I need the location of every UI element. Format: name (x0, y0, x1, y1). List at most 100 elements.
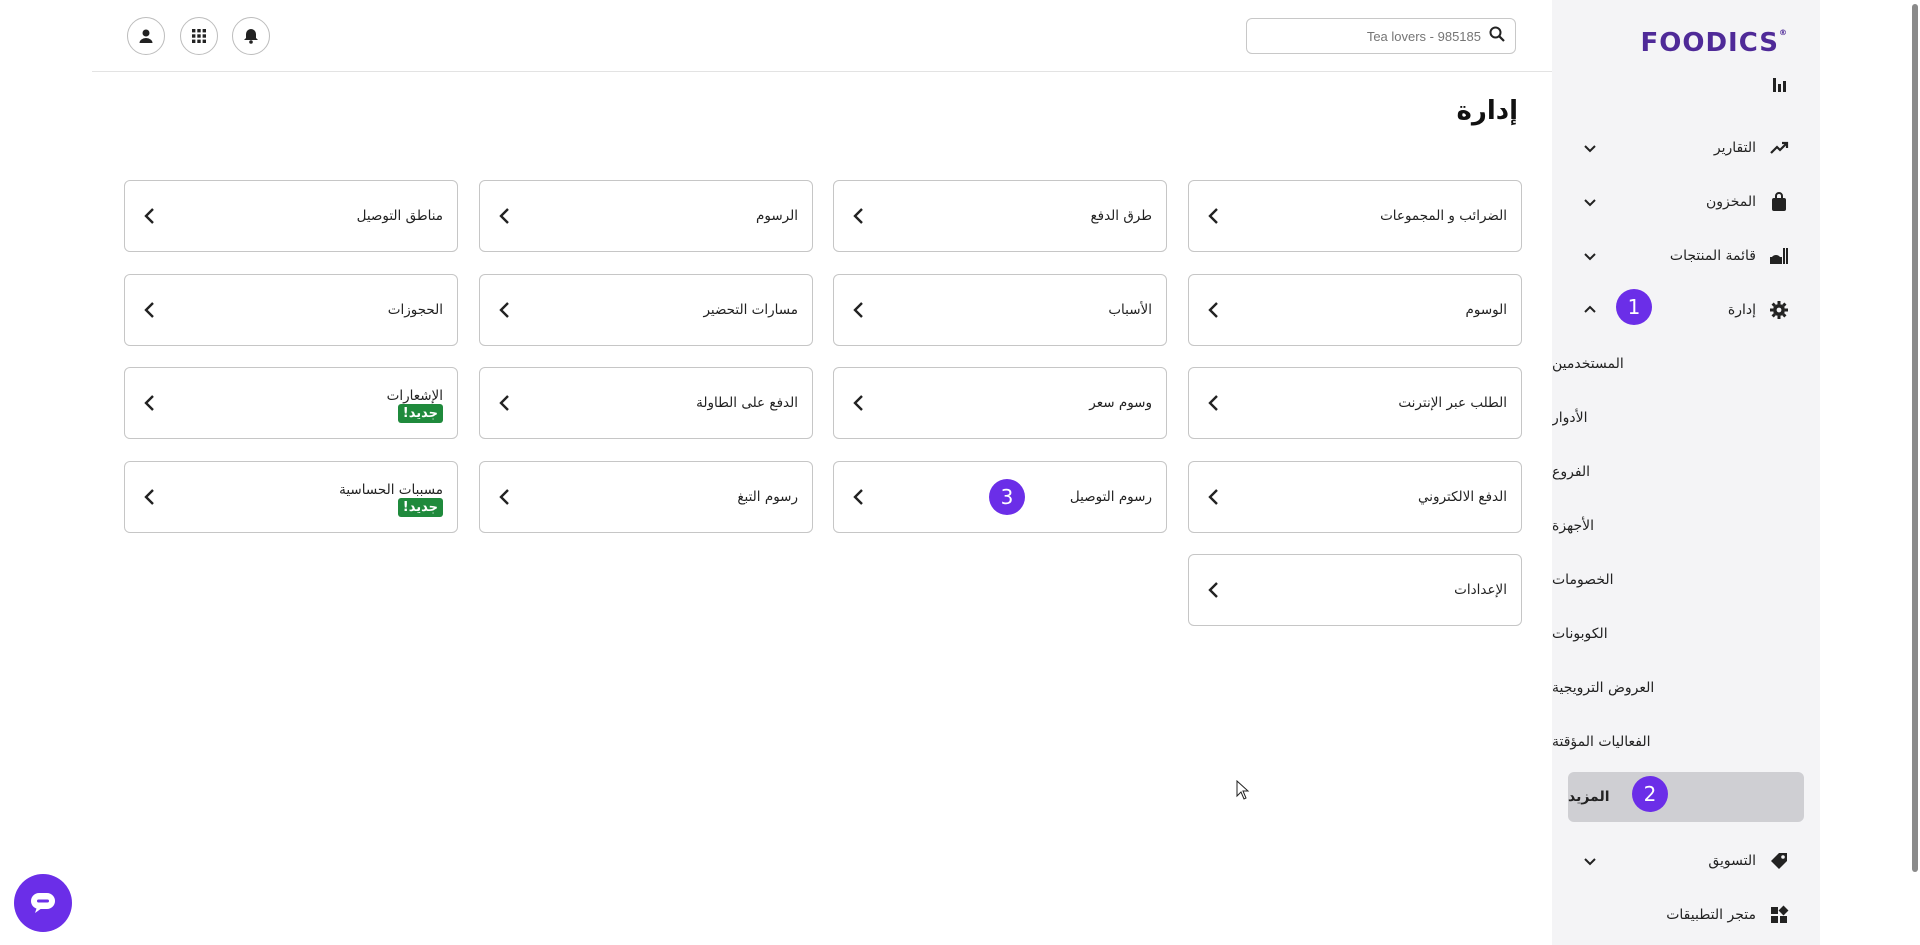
user-icon (139, 29, 153, 43)
step-badge-2: 2 (1632, 776, 1668, 812)
apps-button[interactable] (180, 17, 218, 55)
app-root: FOODICS® التقارير المخزون قائمة المنتجات… (0, 0, 1920, 945)
chevron-left-icon (1208, 582, 1218, 598)
chevron-down-icon (1584, 199, 1596, 207)
sidebar-item-inventory[interactable]: المخزون (1552, 180, 1820, 224)
card-label: رسوم التوصيل (1069, 489, 1152, 505)
card-label: طرق الدفع (1090, 208, 1152, 224)
bag-icon (1768, 191, 1790, 213)
chevron-left-icon (499, 302, 509, 318)
sidebar-item-label: التقارير (1713, 140, 1756, 156)
chevron-left-icon (1208, 395, 1218, 411)
card-price-tags[interactable]: وسوم سعر (833, 367, 1167, 439)
sidebar-subitem-more[interactable]: المزيد (1568, 772, 1804, 822)
sidebar-item-menu[interactable]: قائمة المنتجات (1552, 234, 1820, 278)
trend-icon (1768, 137, 1790, 159)
new-badge: جديد! (397, 404, 443, 423)
card-label: الرسوم (756, 208, 798, 224)
card-delivery-charges[interactable]: رسوم التوصيل 3 (833, 461, 1167, 533)
sidebar-subitem-users[interactable]: المستخدمين (1552, 342, 1820, 386)
card-pay-at-table[interactable]: الدفع على الطاولة (479, 367, 813, 439)
card-reasons[interactable]: الأسباب (833, 274, 1167, 346)
chevron-left-icon (1208, 208, 1218, 224)
card-delivery-zones[interactable]: مناطق التوصيل (124, 180, 458, 252)
mouse-cursor-icon (1236, 780, 1250, 800)
top-bar (92, 0, 1552, 72)
widgets-icon (1768, 904, 1790, 926)
sidebar-item-label: متجر التطبيقات (1666, 907, 1756, 923)
search-icon[interactable] (1489, 26, 1505, 46)
chevron-left-icon (144, 208, 154, 224)
card-label: الدفع على الطاولة (696, 395, 798, 411)
chevron-left-icon (144, 395, 154, 411)
card-tags[interactable]: الوسوم (1188, 274, 1522, 346)
card-allergens[interactable]: مسببات الحساسية جديد! (124, 461, 458, 533)
card-e-payment[interactable]: الدفع الالكتروني (1188, 461, 1522, 533)
search-input[interactable] (1271, 28, 1481, 44)
sidebar-item-label: المخزون (1705, 194, 1756, 210)
card-payment-methods[interactable]: طرق الدفع (833, 180, 1167, 252)
card-label: الضرائب و المجموعات (1380, 208, 1507, 224)
chevron-left-icon (499, 208, 509, 224)
sidebar-item-marketplace[interactable]: متجر التطبيقات (1552, 893, 1820, 937)
step-badge-1: 1 (1616, 289, 1652, 325)
tag-icon (1768, 850, 1790, 872)
sidebar-subitem-branches[interactable]: الفروع (1552, 450, 1820, 494)
card-kitchen-flows[interactable]: مسارات التحضير (479, 274, 813, 346)
chat-icon (31, 893, 55, 913)
scrollbar-thumb[interactable] (1912, 4, 1918, 872)
profile-button[interactable] (127, 17, 165, 55)
sidebar-subitem-coupons[interactable]: الكوبونات (1552, 612, 1820, 656)
sidebar-item-marketing[interactable]: التسويق (1552, 839, 1820, 883)
card-settings[interactable]: الإعدادات (1188, 554, 1522, 626)
sidebar-subitem-timed-events[interactable]: الفعاليات المؤقتة (1552, 720, 1820, 764)
chevron-left-icon (1208, 302, 1218, 318)
chevron-up-icon (1584, 305, 1596, 313)
card-reservations[interactable]: الحجوزات (124, 274, 458, 346)
sidebar-item-label: التسويق (1708, 853, 1756, 869)
sidebar-item-partial (1552, 72, 1820, 102)
apps-grid-icon (192, 29, 206, 43)
sidebar-subitem-roles[interactable]: الأدوار (1552, 396, 1820, 440)
card-label: مناطق التوصيل (356, 208, 443, 224)
bell-icon (244, 29, 258, 44)
step-badge-3: 3 (989, 479, 1025, 515)
logo[interactable]: FOODICS® (1552, 28, 1820, 58)
card-notifications[interactable]: الإشعارات جديد! (124, 367, 458, 439)
chevron-down-icon (1584, 858, 1596, 866)
chevron-left-icon (144, 489, 154, 505)
new-badge: جديد! (397, 498, 443, 517)
sidebar-item-label: قائمة المنتجات (1669, 248, 1756, 264)
card-label: مسببات الحساسية (339, 482, 443, 498)
card-label: الإعدادات (1454, 582, 1507, 598)
card-online-ordering[interactable]: الطلب عبر الإنترنت (1188, 367, 1522, 439)
card-tip-charges[interactable]: رسوم التبغ (479, 461, 813, 533)
card-label: الطلب عبر الإنترنت (1398, 395, 1507, 411)
chevron-left-icon (499, 489, 509, 505)
card-label: الدفع الالكتروني (1418, 489, 1507, 505)
sidebar-item-manage[interactable]: إدارة (1552, 288, 1820, 332)
chevron-down-icon (1584, 253, 1596, 261)
chevron-left-icon (1208, 489, 1218, 505)
page-title: إدارة (1456, 96, 1518, 126)
sidebar-subitem-promotions[interactable]: العروض الترويجية (1552, 666, 1820, 710)
sidebar-subitem-devices[interactable]: الأجهزة (1552, 504, 1820, 548)
chevron-left-icon (853, 208, 863, 224)
card-label: وسوم سعر (1089, 395, 1152, 411)
sidebar-subitem-discounts[interactable]: الخصومات (1552, 558, 1820, 602)
chevron-left-icon (144, 302, 154, 318)
gear-icon (1768, 299, 1790, 321)
card-label: الحجوزات (387, 302, 443, 318)
search-box[interactable] (1246, 18, 1516, 54)
card-taxes[interactable]: الضرائب و المجموعات (1188, 180, 1522, 252)
food-icon (1768, 245, 1790, 267)
chevron-left-icon (853, 395, 863, 411)
card-label: الإشعارات (386, 388, 443, 404)
sidebar-item-label: إدارة (1727, 302, 1756, 318)
card-label: الوسوم (1465, 302, 1507, 318)
card-charges[interactable]: الرسوم (479, 180, 813, 252)
sidebar-item-reports[interactable]: التقارير (1552, 126, 1820, 170)
chat-support-button[interactable] (14, 874, 72, 932)
chevron-down-icon (1584, 145, 1596, 153)
notifications-button[interactable] (232, 17, 270, 55)
